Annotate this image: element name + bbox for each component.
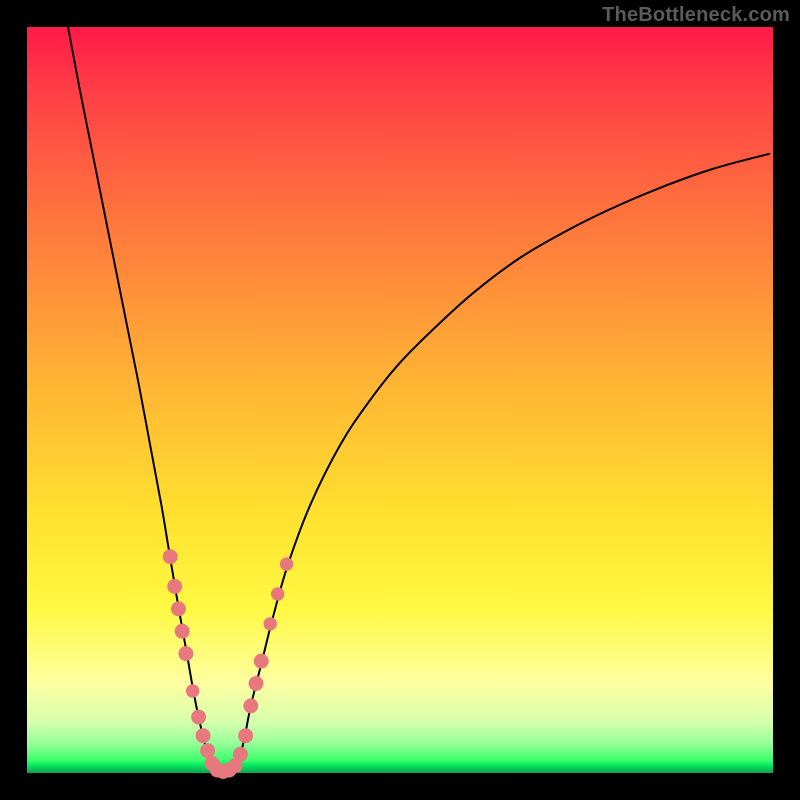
- data-marker: [175, 624, 190, 639]
- watermark-text: TheBottleneck.com: [602, 4, 790, 27]
- data-marker: [200, 743, 215, 758]
- data-marker: [243, 698, 258, 713]
- chart-frame: [27, 27, 773, 773]
- data-marker: [186, 684, 199, 697]
- data-marker: [233, 747, 248, 762]
- data-marker: [254, 654, 269, 669]
- data-marker: [171, 601, 186, 616]
- data-marker: [191, 710, 206, 725]
- data-marker: [249, 676, 264, 691]
- data-marker: [271, 587, 284, 600]
- data-marker: [167, 579, 182, 594]
- data-marker: [163, 549, 178, 564]
- curve-right-branch: [236, 154, 769, 769]
- data-marker: [196, 728, 211, 743]
- data-marker: [263, 617, 276, 630]
- data-marker: [280, 557, 293, 570]
- data-marker: [178, 646, 193, 661]
- data-marker: [238, 728, 253, 743]
- chart-svg: [27, 27, 773, 773]
- marker-group: [163, 549, 294, 779]
